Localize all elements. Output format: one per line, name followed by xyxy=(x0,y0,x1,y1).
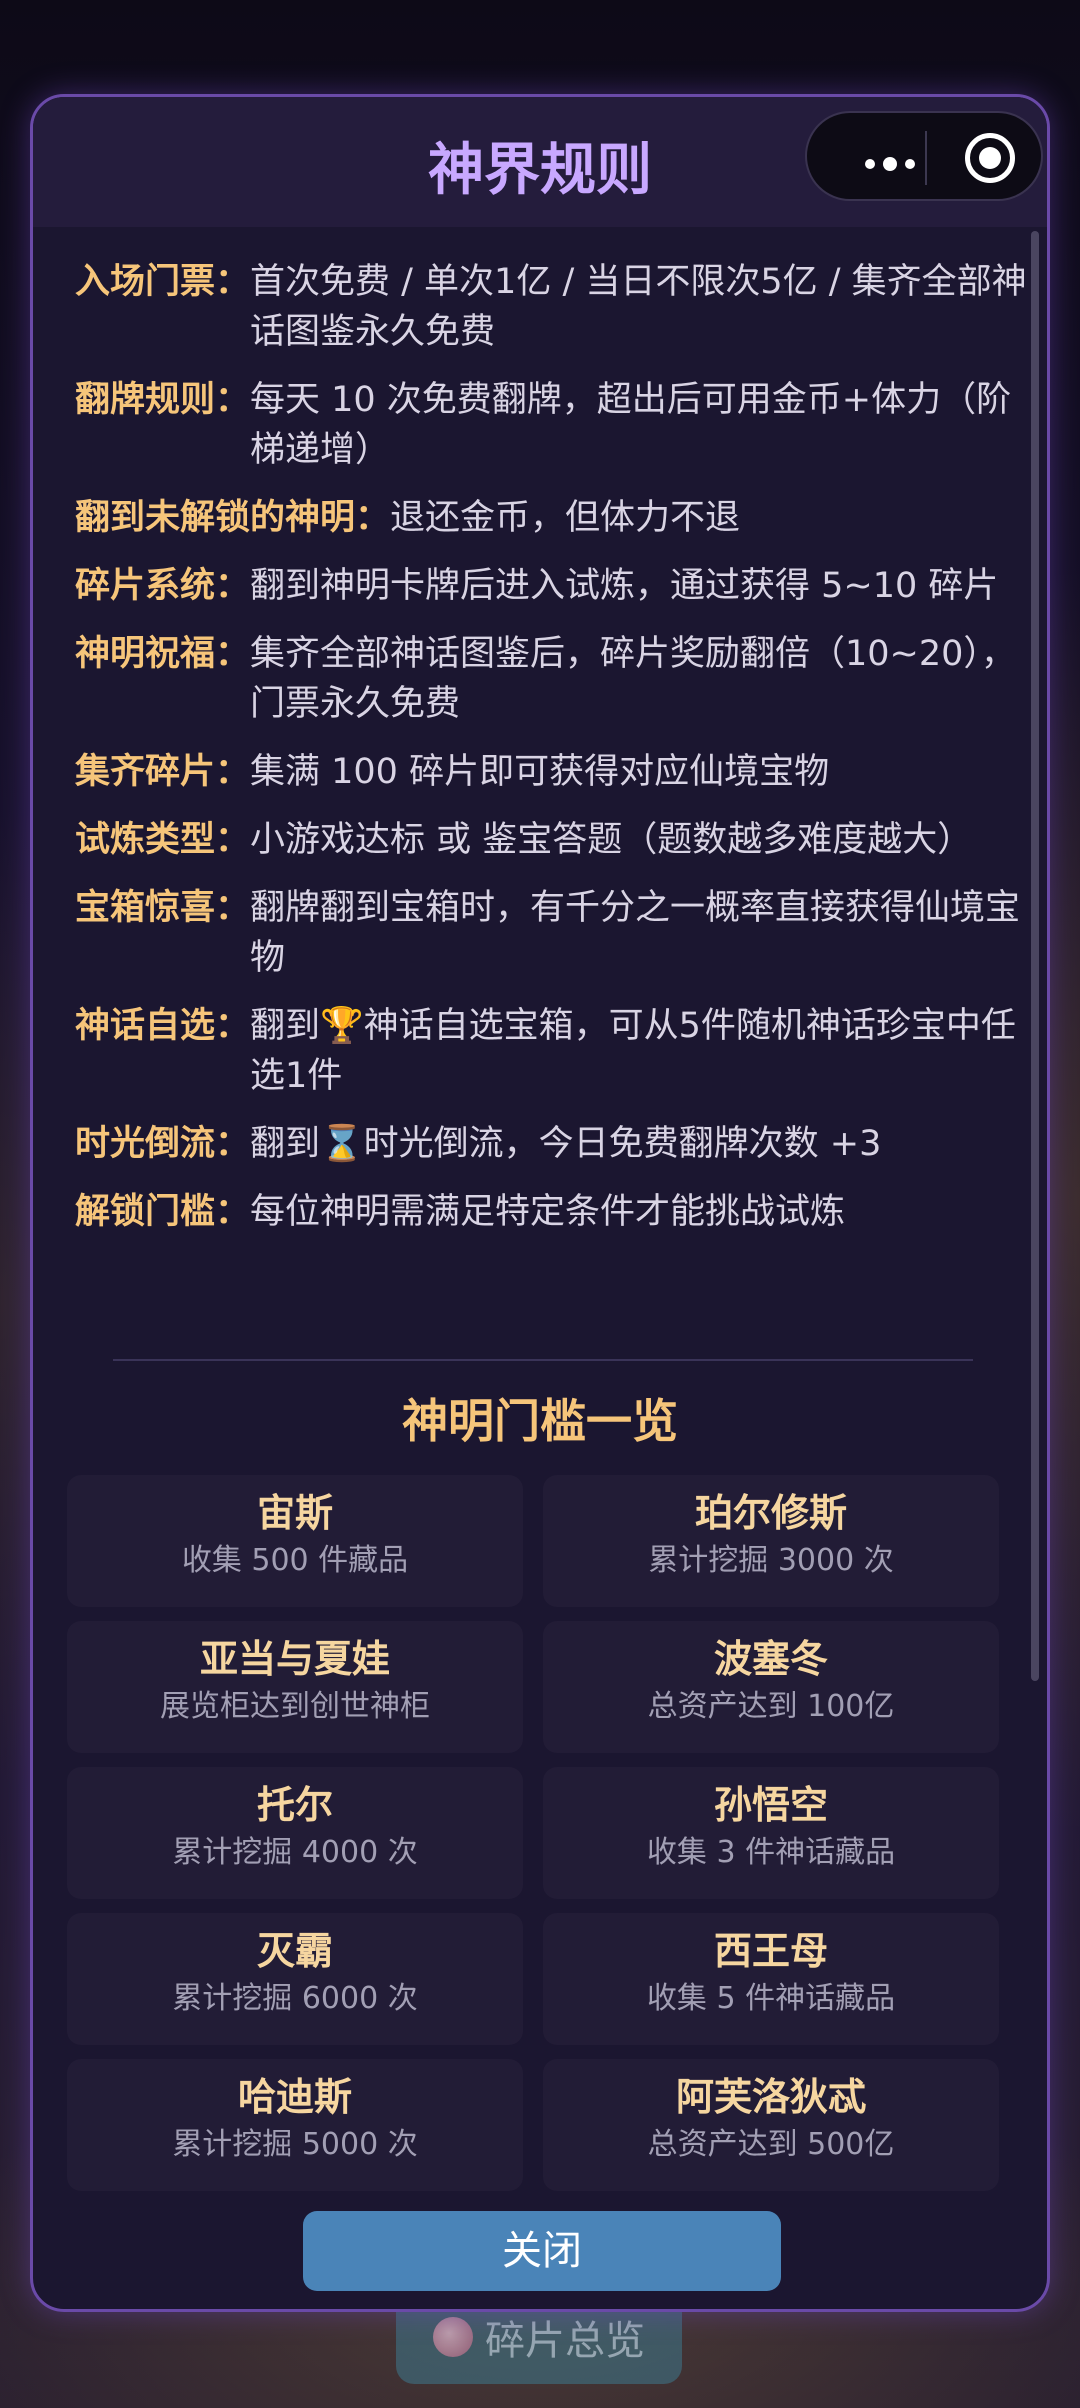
god-name: 哈迪斯 xyxy=(237,2075,352,2119)
rule-key: 翻到未解锁的神明： xyxy=(75,498,391,538)
rule-value: 翻到神明卡牌后进入试炼，通过获得 5~10 碎片 xyxy=(250,566,999,606)
god-condition: 累计挖掘 4000 次 xyxy=(172,1835,418,1870)
god-name: 托尔 xyxy=(256,1783,333,1827)
rule-item: 翻到未解锁的神明： 退还金币，但体力不退 xyxy=(75,493,1035,543)
mini-program-capsule xyxy=(805,111,1043,201)
rule-value: 翻牌翻到宝箱时，有千分之一概率直接获得仙境宝物 xyxy=(250,888,1021,978)
rules-modal: 神界规则 入场门票： 首次免费 / 单次1亿 / 当日不限次5亿 / 集齐全部神话… xyxy=(30,94,1050,2312)
god-condition: 收集 3 件神话藏品 xyxy=(646,1835,896,1870)
rule-value: 集齐全部神话图鉴后，碎片奖励翻倍（10~20），门票永久免费 xyxy=(250,634,1016,724)
capsule-divider xyxy=(925,131,927,185)
god-card: 珀尔修斯累计挖掘 3000 次 xyxy=(543,1475,999,1607)
god-condition: 展览柜达到创世神柜 xyxy=(160,1689,430,1724)
god-card: 波塞冬总资产达到 100亿 xyxy=(543,1621,999,1753)
rule-item: 入场门票： 首次免费 / 单次1亿 / 当日不限次5亿 / 集齐全部神话图鉴永久免… xyxy=(75,257,1035,357)
rule-key: 神明祝福： xyxy=(75,634,251,674)
god-card: 哈迪斯累计挖掘 5000 次 xyxy=(67,2059,523,2191)
god-card: 阿芙洛狄忒总资产达到 500亿 xyxy=(543,2059,999,2191)
god-condition: 累计挖掘 6000 次 xyxy=(172,1981,418,2016)
fragment-icon xyxy=(433,2317,473,2357)
rule-item: 集齐碎片： 集满 100 碎片即可获得对应仙境宝物 xyxy=(75,747,1035,797)
god-name: 灭霸 xyxy=(256,1929,333,1973)
target-close-icon[interactable] xyxy=(965,133,1015,183)
more-dots-icon[interactable] xyxy=(865,157,915,171)
close-button[interactable]: 关闭 xyxy=(303,2211,781,2291)
rule-item: 试炼类型： 小游戏达标 或 鉴宝答题（题数越多难度越大） xyxy=(75,815,1035,865)
god-card: 孙悟空收集 3 件神话藏品 xyxy=(543,1767,999,1899)
rule-key: 翻牌规则： xyxy=(75,380,251,420)
god-condition: 收集 5 件神话藏品 xyxy=(646,1981,896,2016)
god-condition: 总资产达到 500亿 xyxy=(647,2127,895,2162)
rule-item: 宝箱惊喜： 翻牌翻到宝箱时，有千分之一概率直接获得仙境宝物 xyxy=(75,883,1035,983)
rule-value: 每位神明需满足特定条件才能挑战试炼 xyxy=(250,1192,846,1232)
rule-key: 集齐碎片： xyxy=(75,752,251,792)
rule-key: 时光倒流： xyxy=(75,1124,251,1164)
rule-key: 碎片系统： xyxy=(75,566,251,606)
god-name: 阿芙洛狄忒 xyxy=(675,2075,866,2119)
god-name: 亚当与夏娃 xyxy=(199,1637,390,1681)
god-card: 灭霸累计挖掘 6000 次 xyxy=(67,1913,523,2045)
rule-value: 小游戏达标 或 鉴宝答题（题数越多难度越大） xyxy=(250,820,973,860)
rule-value: 翻到⌛时光倒流，今日免费翻牌次数 +3 xyxy=(250,1119,1035,1169)
rule-value: 退还金币，但体力不退 xyxy=(390,498,741,538)
rule-value: 集满 100 碎片即可获得对应仙境宝物 xyxy=(250,752,830,792)
rule-key: 试炼类型： xyxy=(75,820,251,860)
god-condition: 总资产达到 100亿 xyxy=(647,1689,895,1724)
hourglass-icon: ⌛ xyxy=(320,1124,364,1164)
rule-key: 宝箱惊喜： xyxy=(75,888,251,928)
rule-item: 碎片系统： 翻到神明卡牌后进入试炼，通过获得 5~10 碎片 xyxy=(75,561,1035,611)
god-card: 宙斯收集 500 件藏品 xyxy=(67,1475,523,1607)
god-name: 珀尔修斯 xyxy=(694,1491,847,1535)
rule-item: 解锁门槛： 每位神明需满足特定条件才能挑战试炼 xyxy=(75,1187,1035,1237)
fragment-overview-label: 碎片总览 xyxy=(485,2318,645,2364)
section-divider xyxy=(113,1359,973,1361)
rule-value: 翻到🏆神话自选宝箱，可从5件随机神话珍宝中任选1件 xyxy=(250,1001,1035,1101)
god-card: 亚当与夏娃展览柜达到创世神柜 xyxy=(67,1621,523,1753)
god-name: 宙斯 xyxy=(256,1491,333,1535)
rule-value-post: 神话自选宝箱，可从5件随机神话珍宝中任选1件 xyxy=(250,1006,1016,1096)
rule-value: 首次免费 / 单次1亿 / 当日不限次5亿 / 集齐全部神话图鉴永久免费 xyxy=(250,262,1027,352)
rule-item: 翻牌规则： 每天 10 次免费翻牌，超出后可用金币+体力（阶梯递增） xyxy=(75,375,1035,475)
rule-item: 神话自选： 翻到🏆神话自选宝箱，可从5件随机神话珍宝中任选1件 xyxy=(75,1001,1035,1101)
god-condition: 累计挖掘 3000 次 xyxy=(648,1543,894,1578)
god-name: 西王母 xyxy=(713,1929,828,1973)
god-condition: 累计挖掘 5000 次 xyxy=(172,2127,418,2162)
threshold-title: 神明门槛一览 xyxy=(402,1394,678,1448)
god-card: 托尔累计挖掘 4000 次 xyxy=(67,1767,523,1899)
rule-key: 解锁门槛： xyxy=(75,1192,251,1232)
rule-value: 每天 10 次免费翻牌，超出后可用金币+体力（阶梯递增） xyxy=(250,380,1012,470)
god-card: 西王母收集 5 件神话藏品 xyxy=(543,1913,999,2045)
rule-item: 时光倒流： 翻到⌛时光倒流，今日免费翻牌次数 +3 xyxy=(75,1119,1035,1169)
god-name: 波塞冬 xyxy=(713,1637,828,1681)
rule-value-pre: 翻到 xyxy=(250,1006,321,1046)
rule-item: 神明祝福： 集齐全部神话图鉴后，碎片奖励翻倍（10~20），门票永久免费 xyxy=(75,629,1035,729)
rule-key: 入场门票： xyxy=(75,262,251,302)
god-name: 孙悟空 xyxy=(713,1783,828,1827)
rule-key: 神话自选： xyxy=(75,1006,251,1046)
god-condition: 收集 500 件藏品 xyxy=(181,1543,409,1578)
trophy-icon: 🏆 xyxy=(320,1006,364,1046)
rule-value-pre: 翻到 xyxy=(250,1124,321,1164)
rules-list: 入场门票： 首次免费 / 单次1亿 / 当日不限次5亿 / 集齐全部神话图鉴永久免… xyxy=(75,257,1035,1255)
rule-value-post: 时光倒流，今日免费翻牌次数 +3 xyxy=(363,1124,882,1164)
